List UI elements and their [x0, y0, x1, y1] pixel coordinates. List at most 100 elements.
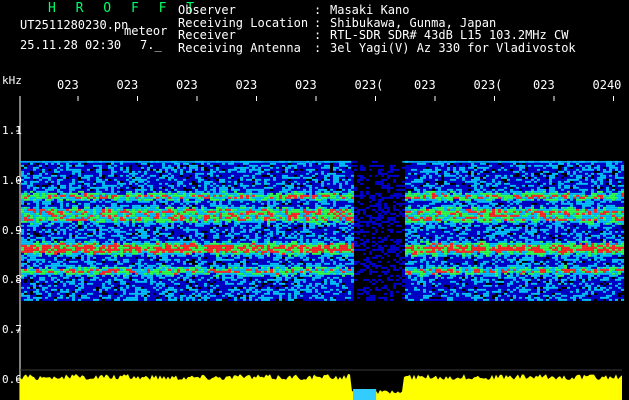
spectrogram-cell [513, 198, 516, 201]
spectrogram-cell [414, 180, 417, 183]
spectrogram-cell [297, 190, 300, 193]
spectrogram-cell [585, 186, 588, 189]
spectrogram-cell [345, 168, 348, 171]
spectrogram-cell [429, 208, 432, 211]
spectrogram-cell [351, 174, 354, 177]
spectrogram-cell [159, 198, 162, 201]
spectrogram-cell [588, 200, 591, 203]
spectrogram-cell [600, 202, 603, 205]
spectrogram-cell [468, 194, 471, 197]
spectrogram-cell [432, 182, 435, 185]
spectrogram-cell [69, 166, 72, 169]
spectrogram-cell [297, 196, 300, 199]
spectrogram-cell [111, 182, 114, 185]
spectrogram-cell [267, 206, 270, 209]
spectrogram-cell [588, 192, 591, 195]
spectrogram-cell [570, 168, 573, 171]
spectrogram-cell [306, 188, 309, 191]
spectrogram-cell [348, 174, 351, 177]
spectrogram-cell [486, 212, 489, 215]
spectrogram-cell [273, 198, 276, 201]
spectrogram-cell [510, 174, 513, 177]
spectrogram-cell [27, 192, 30, 195]
spectrogram-cell [588, 206, 591, 209]
spectrogram-cell [111, 174, 114, 177]
spectrogram-cell [234, 182, 237, 185]
spectrogram-cell [126, 162, 129, 165]
spectrogram-cell [189, 204, 192, 207]
spectrogram-cell [318, 204, 321, 207]
spectrogram-cell [612, 184, 615, 187]
spectrogram-cell [63, 200, 66, 203]
spectrogram-cell [471, 184, 474, 187]
spectrogram-cell [474, 184, 477, 187]
spectrogram-cell [45, 174, 48, 177]
spectrogram-cell [534, 190, 537, 193]
spectrogram-cell [519, 178, 522, 181]
spectrogram-cell [306, 170, 309, 173]
spectrogram-cell [453, 176, 456, 179]
spectrogram-cell [525, 172, 528, 175]
spectrogram-cell [297, 180, 300, 183]
spectrogram-cell [222, 190, 225, 193]
spectrogram-cell [78, 166, 81, 169]
spectrogram-cell [303, 204, 306, 207]
spectrogram-cell [339, 210, 342, 213]
spectrogram-cell [324, 188, 327, 191]
spectrogram-cell [183, 168, 186, 171]
spectrogram-cell [615, 198, 618, 201]
spectrogram-cell [69, 172, 72, 175]
spectrogram-cell [252, 172, 255, 175]
spectrogram-cell [135, 168, 138, 171]
spectrogram-cell [408, 190, 411, 193]
spectrogram-cell [294, 180, 297, 183]
spectrogram-cell [27, 200, 30, 203]
spectrogram-cell [336, 164, 339, 167]
spectrogram-cell [525, 182, 528, 185]
spectrogram-cell [282, 162, 285, 165]
spectrogram-cell [582, 198, 585, 201]
spectrogram-cell [561, 166, 564, 169]
spectrogram-cell [390, 212, 393, 215]
spectrogram-cell [243, 166, 246, 169]
spectrogram-cell [48, 188, 51, 191]
spectrogram-cell [111, 162, 114, 165]
spectrogram-cell [165, 214, 168, 217]
spectrogram-cell [105, 200, 108, 203]
spectrogram-cell [591, 196, 594, 199]
spectrogram-cell [381, 214, 384, 217]
spectrogram-cell [576, 172, 579, 175]
spectrogram-cell [141, 186, 144, 189]
spectrogram-cell [540, 208, 543, 211]
spectrogram-cell [582, 180, 585, 183]
spectrogram-cell [591, 210, 594, 213]
spectrogram-cell [333, 210, 336, 213]
spectrogram-cell [198, 200, 201, 203]
spectrogram-cell [54, 176, 57, 179]
spectrogram-cell [438, 168, 441, 171]
spectrogram-cell [582, 166, 585, 169]
spectrogram-cell [558, 204, 561, 207]
spectrogram-cell [132, 214, 135, 217]
spectrogram-cell [357, 200, 360, 203]
spectrogram-cell [516, 198, 519, 201]
spectrogram-cell [141, 212, 144, 215]
spectrogram-cell [540, 162, 543, 165]
spectrogram-cell [297, 178, 300, 181]
spectrogram-cell [156, 192, 159, 195]
spectrogram-cell [156, 208, 159, 211]
spectrogram-cell [408, 182, 411, 185]
spectrogram-cell [564, 204, 567, 207]
spectrogram-cell [363, 166, 366, 169]
spectrogram-cell [492, 210, 495, 213]
spectrogram-cell [36, 164, 39, 167]
spectrogram-cell [309, 202, 312, 205]
spectrogram-cell [447, 210, 450, 213]
spectrogram-cell [219, 180, 222, 183]
spectrogram-cell [273, 162, 276, 165]
spectrogram-cell [153, 210, 156, 213]
spectrogram-cell [189, 182, 192, 185]
spectrogram-cell [492, 212, 495, 215]
spectrogram-cell [234, 190, 237, 193]
spectrogram-cell [291, 214, 294, 217]
